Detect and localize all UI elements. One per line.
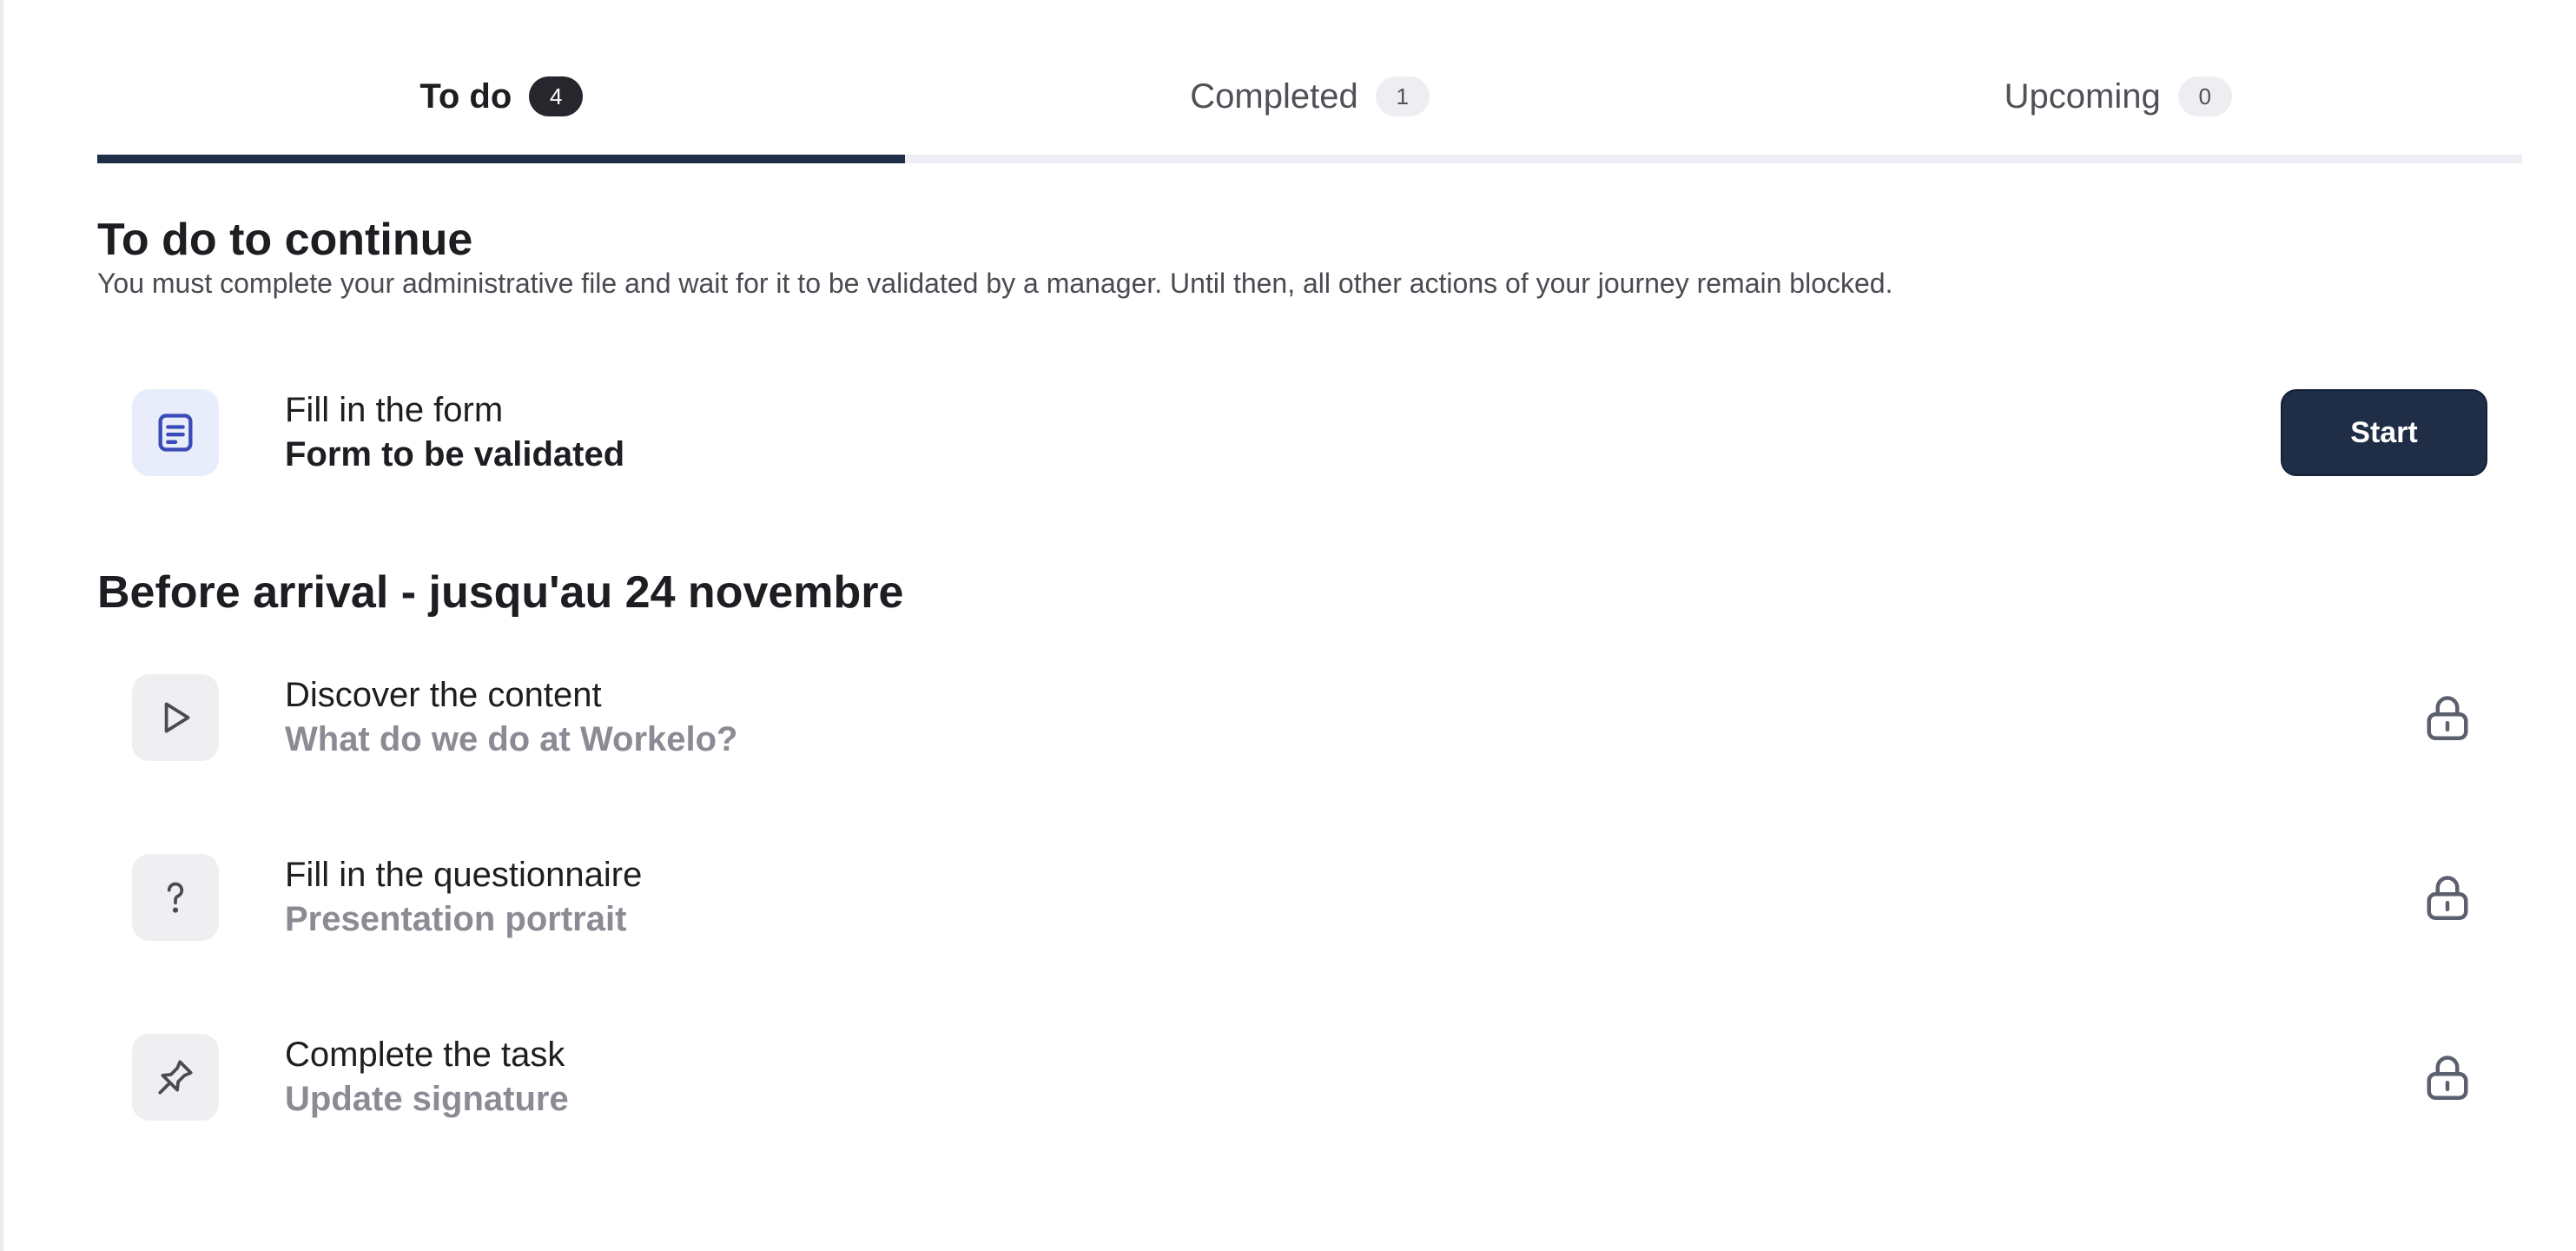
task-title: What do we do at Workelo? [285, 720, 738, 758]
tab-label: Completed [1190, 76, 1358, 116]
tab-to-do[interactable]: To do 4 [97, 49, 906, 144]
question-mark-icon [167, 882, 184, 913]
task-text: Fill in the form Form to be validated [285, 391, 624, 474]
section-title: Before arrival - jusqu'au 24 novembre [97, 567, 904, 618]
task-text: Discover the content What do we do at Wo… [285, 676, 737, 759]
task-type: Discover the content [285, 676, 602, 714]
pin-icon [158, 1060, 193, 1095]
task-row-form[interactable]: Fill in the form Form to be validated St… [132, 389, 2487, 476]
app-frame: To do 4 Completed 1 Upcoming 0 To do to … [0, 0, 2576, 1251]
task-icon-box [132, 389, 219, 476]
lock-icon [2427, 876, 2468, 920]
active-tab-indicator [97, 155, 905, 163]
lock-icon [2427, 696, 2468, 740]
task-row-questionnaire[interactable]: Fill in the questionnaire Presentation p… [132, 854, 2487, 941]
task-type: Complete the task [285, 1036, 565, 1074]
tab-completed[interactable]: Completed 1 [906, 49, 1714, 144]
task-type: Fill in the questionnaire [285, 856, 643, 894]
task-icon-box [132, 854, 219, 941]
start-button[interactable]: Start [2281, 389, 2487, 476]
task-title: Update signature [285, 1080, 569, 1118]
task-text: Fill in the questionnaire Presentation p… [285, 856, 642, 939]
tab-count-badge: 4 [529, 76, 584, 116]
task-type: Fill in the form [285, 391, 504, 429]
tab-label: Upcoming [2004, 76, 2161, 116]
tab-count-badge: 1 [1375, 76, 1430, 116]
document-icon [158, 414, 193, 452]
task-action: Start [2281, 389, 2487, 476]
task-row-content[interactable]: Discover the content What do we do at Wo… [132, 674, 2487, 761]
task-text: Complete the task Update signature [285, 1036, 569, 1119]
task-action [2421, 692, 2487, 744]
tab-bar: To do 4 Completed 1 Upcoming 0 [97, 49, 2522, 163]
task-icon-box [132, 674, 219, 761]
section-description: You must complete your administrative fi… [97, 268, 1893, 299]
section-title: To do to continue [97, 215, 473, 265]
task-title: Presentation portrait [285, 900, 627, 938]
task-title: Form to be validated [285, 435, 625, 473]
tab-label: To do [419, 76, 512, 116]
play-icon [164, 702, 190, 733]
tab-count-badge: 0 [2177, 76, 2232, 116]
task-action [2421, 1051, 2487, 1103]
task-action [2421, 871, 2487, 923]
tab-upcoming[interactable]: Upcoming 0 [1714, 49, 2522, 144]
task-row-task[interactable]: Complete the task Update signature [132, 1034, 2487, 1121]
lock-icon [2427, 1056, 2468, 1100]
task-icon-box [132, 1034, 219, 1121]
